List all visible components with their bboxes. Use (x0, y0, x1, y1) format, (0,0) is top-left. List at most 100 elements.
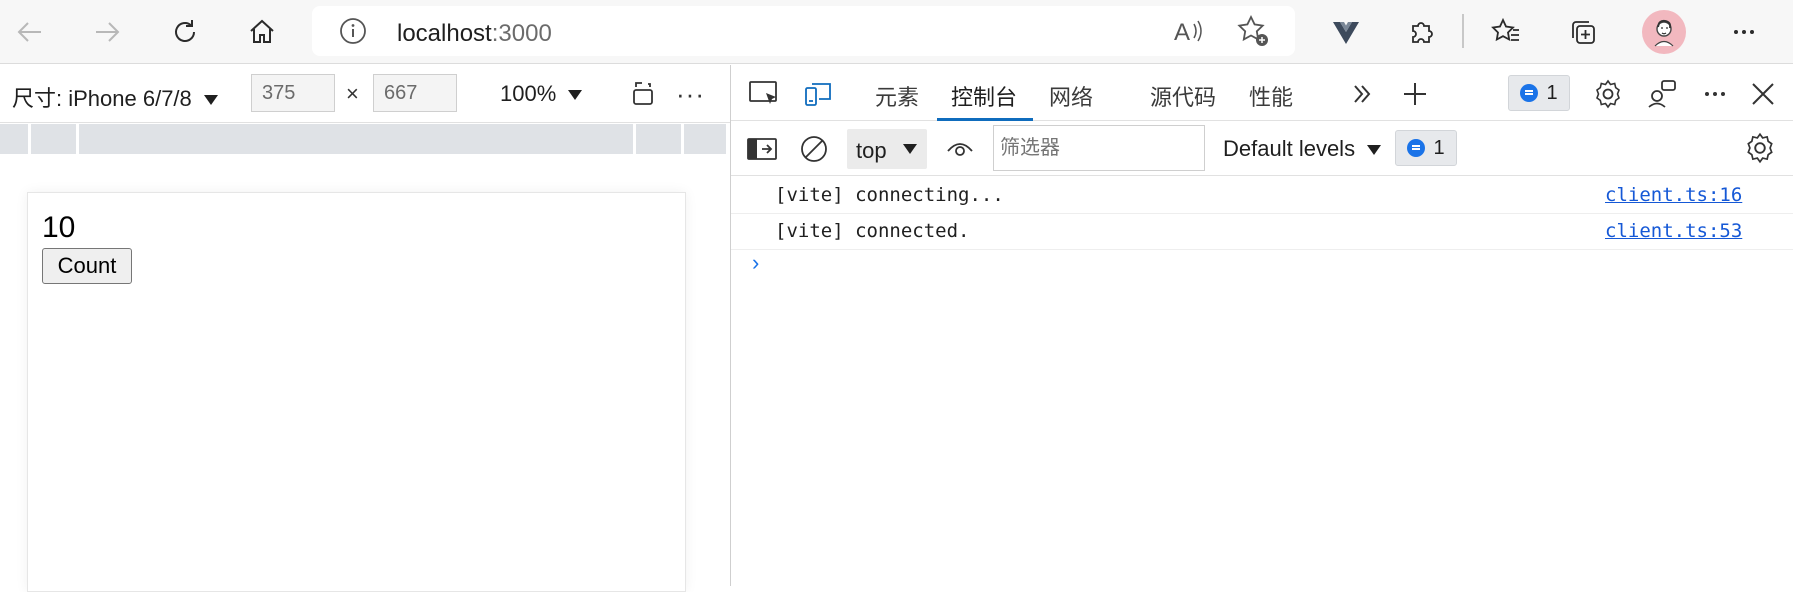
tab-performance[interactable]: 性能 (1249, 65, 1293, 121)
device-selector[interactable]: 尺寸: iPhone 6/7/8 (12, 81, 218, 113)
profile-icon (1654, 19, 1674, 47)
ruler-tick (633, 124, 636, 154)
rotate-icon[interactable] (628, 79, 658, 109)
collections-icon (1572, 21, 1595, 44)
log-source-link[interactable]: client.ts:53 (1605, 220, 1742, 242)
live-expression-button[interactable] (943, 132, 977, 166)
refresh-icon (175, 20, 195, 42)
home-icon (250, 19, 274, 43)
back-button[interactable] (10, 12, 50, 52)
devtools-settings-button[interactable] (1591, 77, 1625, 111)
issues-badge[interactable]: 1 (1508, 75, 1570, 111)
console-settings-icon[interactable] (1743, 131, 1777, 165)
console-toolbar: top Default levels 1 (731, 122, 1793, 176)
vue-icon (1333, 22, 1359, 44)
favorites-icon (1491, 17, 1519, 42)
forward-button[interactable] (87, 12, 127, 52)
url-host: localhost (397, 20, 492, 47)
zoom-selector[interactable]: 100% (500, 81, 583, 107)
puzzle-icon (1412, 22, 1433, 43)
caret-down-icon (203, 95, 218, 106)
width-input[interactable] (251, 74, 335, 112)
home-button[interactable] (242, 12, 282, 52)
chevron-double-right-icon (1354, 85, 1371, 103)
ruler-tick (28, 124, 31, 154)
log-source-link[interactable]: client.ts:16 (1605, 184, 1742, 206)
context-selector[interactable]: top (847, 129, 927, 169)
tab-elements[interactable]: 元素 (875, 65, 919, 121)
vue-devtools-extension[interactable] (1326, 12, 1366, 52)
svg-text:A: A (1174, 19, 1190, 46)
console-log-row: [vite] connected. client.ts:53 (731, 214, 1793, 250)
context-label: top (856, 138, 887, 163)
media-query-ruler (0, 124, 726, 154)
close-devtools-button[interactable] (1746, 77, 1780, 111)
url-text: localhost:3000 (397, 20, 552, 48)
arrow-right-icon (96, 22, 120, 42)
device-emulation-button[interactable] (801, 77, 835, 111)
tab-network[interactable]: 网络 (1049, 65, 1093, 121)
more-horizontal-icon (1705, 92, 1725, 96)
count-button[interactable]: Count (42, 248, 132, 284)
info-icon[interactable] (338, 16, 368, 46)
close-icon (1752, 83, 1774, 105)
address-bar[interactable]: localhost:3000 A (312, 6, 1295, 56)
device-screen: 10 Count (27, 192, 686, 592)
ruler-tick (681, 124, 684, 154)
device-more-button[interactable]: ··· (676, 79, 705, 110)
feedback-button[interactable] (1645, 77, 1679, 111)
refresh-button[interactable] (165, 12, 205, 52)
gear-icon (1596, 79, 1620, 109)
feedback-icon (1648, 80, 1676, 108)
count-value: 10 (42, 211, 76, 244)
inspect-icon (749, 81, 777, 104)
device-toggle-icon (805, 83, 831, 106)
message-icon (1407, 139, 1426, 157)
console-messages-count: 1 (1433, 136, 1445, 159)
more-horizontal-icon (1734, 30, 1754, 34)
more-tabs-button[interactable] (1345, 77, 1379, 111)
favorites-button[interactable] (1486, 12, 1526, 52)
log-message: [vite] connecting... (775, 184, 1004, 206)
settings-and-more-button[interactable] (1724, 12, 1764, 52)
devtools-tabbar: 元素 控制台 网络 源代码 性能 1 (731, 65, 1793, 121)
ruler-tick (76, 124, 79, 154)
caret-down-icon (568, 90, 583, 101)
inspect-element-button[interactable] (747, 77, 781, 111)
console-prompt[interactable]: › (752, 250, 759, 276)
height-input[interactable] (373, 74, 457, 112)
console-filter-input[interactable] (993, 125, 1205, 171)
message-icon (1520, 84, 1539, 102)
arrow-left-icon (17, 22, 41, 42)
log-levels-selector[interactable]: Default levels (1223, 136, 1382, 162)
plus-icon (1404, 83, 1426, 105)
add-favorite-icon[interactable] (1236, 14, 1270, 48)
console-log-row: [vite] connecting... client.ts:16 (731, 178, 1793, 214)
toolbar-divider (1462, 14, 1464, 48)
log-levels-label: Default levels (1223, 136, 1356, 161)
browser-toolbar: localhost:3000 A (0, 0, 1793, 64)
dimension-separator: × (346, 81, 359, 106)
clear-console-button[interactable] (797, 132, 831, 166)
add-tab-button[interactable] (1398, 77, 1432, 111)
tab-console[interactable]: 控制台 (937, 65, 1033, 121)
profile-avatar[interactable] (1642, 10, 1686, 54)
extensions-button[interactable] (1402, 12, 1442, 52)
device-toolbar: 尺寸: iPhone 6/7/8 × 100% ··· (0, 65, 730, 123)
console-messages-badge[interactable]: 1 (1395, 130, 1457, 166)
caret-down-icon (903, 144, 917, 154)
device-selector-label: 尺寸: iPhone 6/7/8 (12, 86, 192, 111)
url-port: :3000 (491, 20, 552, 47)
zoom-label: 100% (500, 81, 557, 106)
caret-down-icon (1367, 145, 1382, 156)
collections-button[interactable] (1563, 12, 1603, 52)
eye-icon (947, 143, 973, 156)
issues-count: 1 (1546, 81, 1558, 104)
toggle-sidebar-button[interactable] (745, 132, 779, 166)
log-message: [vite] connected. (775, 220, 970, 242)
tab-sources[interactable]: 源代码 (1150, 65, 1216, 121)
devtools-more-button[interactable] (1698, 77, 1732, 111)
read-aloud-icon[interactable]: A (1172, 16, 1206, 46)
sidebar-toggle-icon (747, 138, 777, 160)
clear-icon (801, 136, 827, 162)
